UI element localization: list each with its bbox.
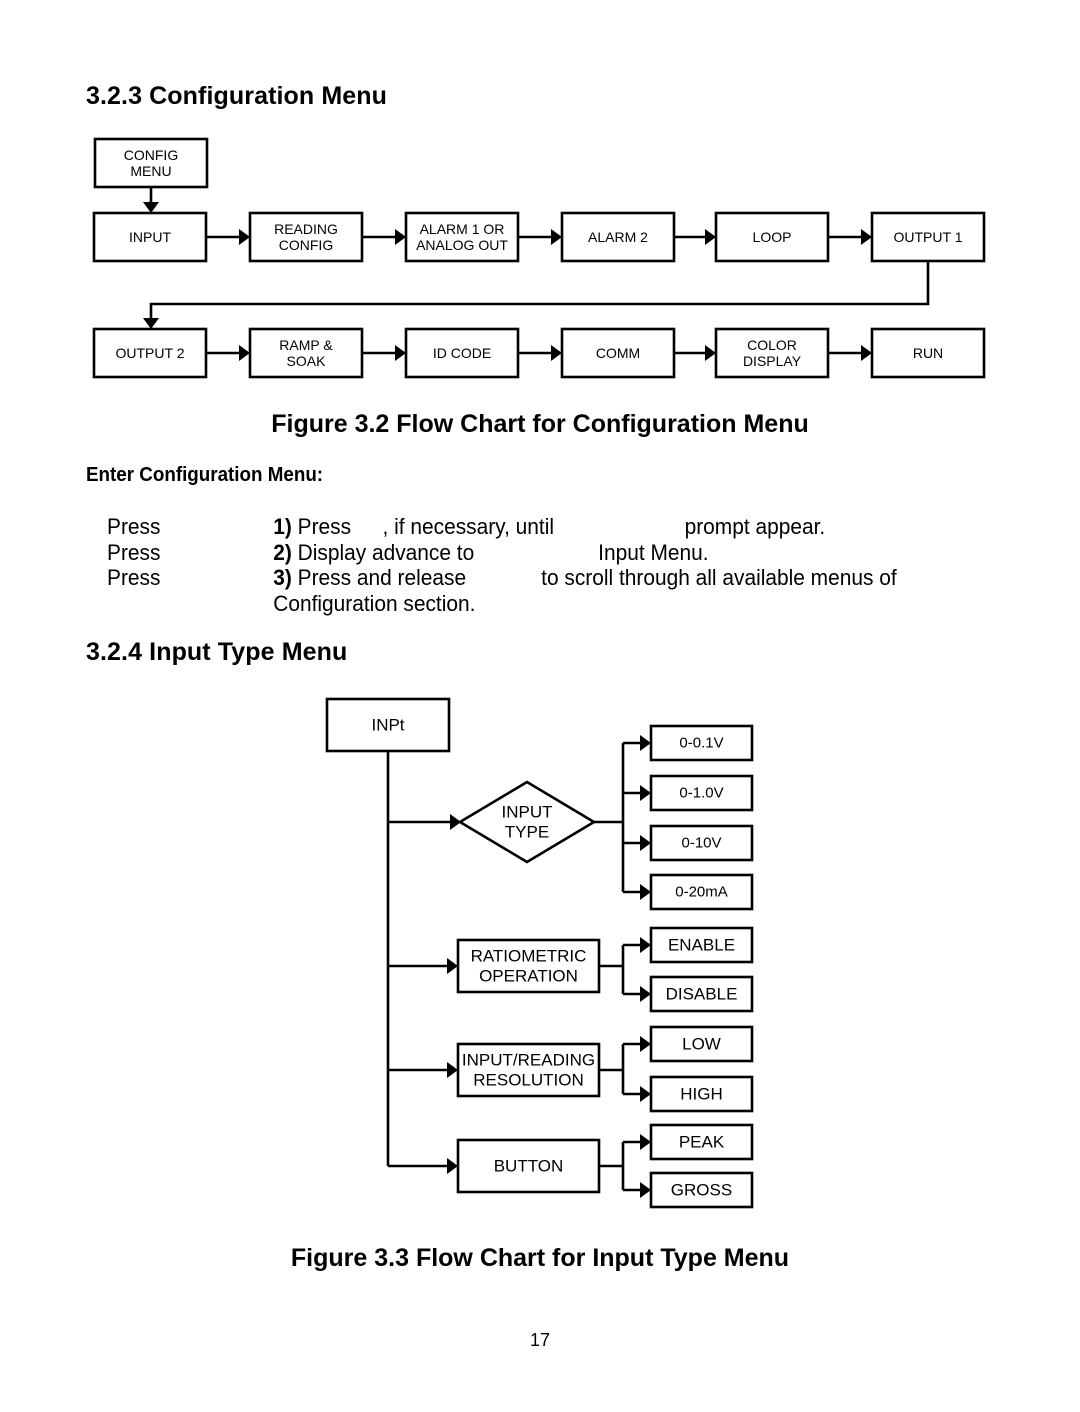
arrow-right-icon <box>395 229 406 245</box>
flow-node-run-label: RUN <box>913 345 943 361</box>
step-3-continued: Configuration section. <box>107 591 1010 617</box>
step-1-text: 1) Press <box>273 514 351 540</box>
flow-node-input-label: INPUT <box>129 229 171 245</box>
arrow-right-icon <box>239 345 250 361</box>
step-2-text-a: Display advance to <box>297 539 475 565</box>
flow-node-id-code-label: ID CODE <box>433 345 491 361</box>
flow-option-enable-label: ENABLE <box>668 936 735 955</box>
figure-3-2-caption: Figure 3.2 Flow Chart for Configuration … <box>271 410 809 438</box>
enter-config-subheading: Enter Configuration Menu: <box>86 464 324 486</box>
arrow-right-icon <box>447 1158 458 1174</box>
step-3-text-b: to scroll through all available menus of <box>541 565 897 590</box>
flow-node-loop-label: LOOP <box>753 229 792 245</box>
flow-node-reading-config-label: READING <box>274 221 338 237</box>
step-2-key-label: Press <box>107 539 161 565</box>
step-2-text-b: Input Menu. <box>598 539 709 565</box>
flow-node-alarm-1-or-analog-out-label: ALARM 1 OR <box>420 221 505 237</box>
step-1-text-a: Press <box>297 514 352 539</box>
flow-option-low-label: LOW <box>682 1035 721 1054</box>
arrow-down-icon <box>143 202 159 213</box>
flow-node-comm-label: COMM <box>596 345 640 361</box>
arrow-right-icon <box>861 229 872 245</box>
flow-node-ratiometric-operation-label: OPERATION <box>479 966 578 985</box>
flow-node-input-type-label: TYPE <box>505 822 549 841</box>
step-3-key-label: Press <box>107 565 161 590</box>
flow-node-alarm-1-or-analog-out-label: ANALOG OUT <box>416 237 508 253</box>
arrow-right-icon <box>861 345 872 361</box>
flow-node-ramp-soak-label: SOAK <box>287 353 327 369</box>
flow-option-0-10v-label: 0-10V <box>681 835 721 852</box>
flow-node-input-reading-resolution-label: INPUT/READING <box>462 1051 595 1070</box>
arrow-right-icon <box>447 1062 458 1078</box>
arrow-right-icon <box>640 986 651 1002</box>
flow-node-color-display-label: DISPLAY <box>743 353 802 369</box>
page-number: 17 <box>529 1330 551 1350</box>
flow-node-button-label: BUTTON <box>494 1157 564 1176</box>
flow-option-peak-label: PEAK <box>679 1133 725 1152</box>
flow-node-ramp-soak-label: RAMP & <box>279 337 333 353</box>
arrow-right-icon <box>640 785 651 801</box>
step-3-text-c: Configuration section. <box>273 590 476 616</box>
step-1: Press 1) Press , if necessary, until pro… <box>107 514 1010 540</box>
flow-node-output-2-label: OUTPUT 2 <box>116 345 185 361</box>
flow-option-0-1-0v-label: 0-1.0V <box>679 785 723 802</box>
flow-node-ratiometric-operation-label: RATIOMETRIC <box>471 947 587 966</box>
arrow-right-icon <box>395 345 406 361</box>
step-1-number: 1) <box>273 514 292 539</box>
step-1-text-c: prompt appear. <box>684 514 826 539</box>
section-heading-configuration-menu: 3.2.3 Configuration Menu <box>86 82 388 110</box>
flow-option-high-label: HIGH <box>680 1085 723 1104</box>
arrow-right-icon <box>640 1086 651 1102</box>
flow-node-color-display-label: COLOR <box>747 337 797 353</box>
arrow-right-icon <box>705 229 716 245</box>
flow-node-input-reading-resolution-label: RESOLUTION <box>473 1070 584 1089</box>
flow-node-output-1-label: OUTPUT 1 <box>894 229 963 245</box>
arrow-right-icon <box>640 1182 651 1198</box>
arrow-right-icon <box>640 937 651 953</box>
step-3-text: 3) Press and release <box>273 565 466 591</box>
enter-config-steps: Press 1) Press , if necessary, until pro… <box>107 514 1010 616</box>
arrow-right-icon <box>551 229 562 245</box>
flow-node-reading-config-label: CONFIG <box>279 237 333 253</box>
section-heading-input-type-menu: 3.2.4 Input Type Menu <box>86 638 348 666</box>
arrow-right-icon <box>551 345 562 361</box>
step-3-number: 3) <box>273 565 292 590</box>
step-3: Press 3) Press and release to scroll thr… <box>107 565 1010 591</box>
wrap-connector-line <box>149 261 930 319</box>
flow-option-0-0-1v-label: 0-0.1V <box>679 735 723 752</box>
arrow-right-icon <box>640 1134 651 1150</box>
flow-node-inpt-label: INPt <box>371 716 404 735</box>
step-1-text-b: , if necessary, until <box>382 514 555 539</box>
arrow-right-icon <box>640 884 651 900</box>
step-2-text: 2) Display advance to <box>273 540 474 566</box>
flow-node-config-menu-label: CONFIG <box>124 147 178 163</box>
arrow-right-icon <box>447 958 458 974</box>
flow-node-config-menu-label: MENU <box>130 163 171 179</box>
configuration-menu-flowchart: CONFIGMENUINPUTREADINGCONFIGALARM 1 ORAN… <box>92 137 986 379</box>
flow-node-alarm-2-label: ALARM 2 <box>588 229 648 245</box>
arrow-right-icon <box>640 1036 651 1052</box>
step-3-text-a: Press and release <box>297 565 467 590</box>
flow-option-disable-label: DISABLE <box>666 985 738 1004</box>
step-1-key-label: Press <box>107 514 161 539</box>
arrow-right-icon <box>239 229 250 245</box>
flow-option-gross-label: GROSS <box>671 1181 732 1200</box>
figure-3-3-caption: Figure 3.3 Flow Chart for Input Type Men… <box>290 1244 790 1272</box>
input-type-menu-flowchart: INPt INPUTTYPE 0-0.1V 0-1.0V 0-10V 0-20mA RATI… <box>325 697 754 1209</box>
arrow-right-icon <box>640 735 651 751</box>
flow-node-input-type-label: INPUT <box>502 803 553 822</box>
arrow-right-icon <box>705 345 716 361</box>
step-2-number: 2) <box>273 539 292 565</box>
step-2: Press 2) Display advance to Input Menu. <box>107 540 1010 566</box>
flow-option-0-20ma-label: 0-20mA <box>675 884 728 901</box>
arrow-right-icon <box>640 835 651 851</box>
arrow-down-icon <box>143 318 159 329</box>
